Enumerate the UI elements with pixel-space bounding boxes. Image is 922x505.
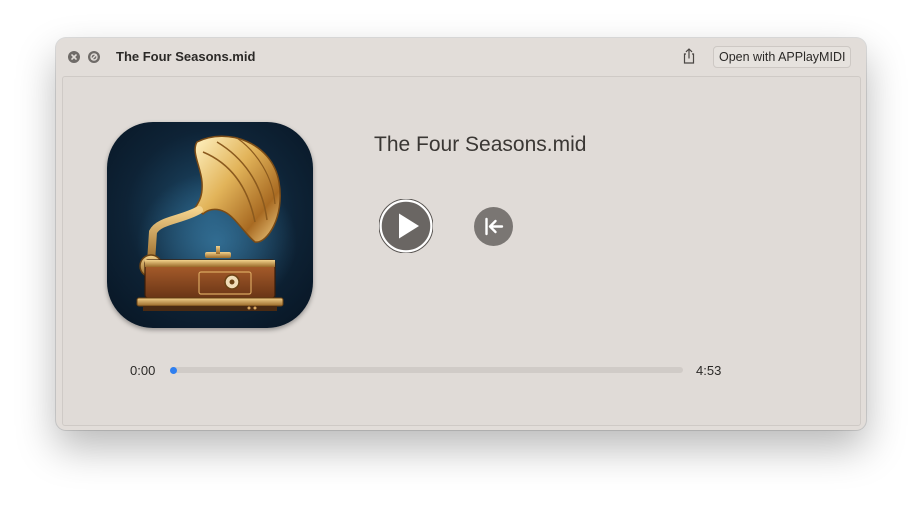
progress-knob[interactable]: [170, 366, 177, 374]
fullscreen-icon: [90, 53, 98, 61]
close-icon: [71, 54, 77, 60]
close-button[interactable]: [68, 51, 80, 63]
share-icon: [683, 48, 695, 64]
app-icon: [107, 122, 313, 328]
rewind-to-start-icon: [474, 207, 513, 246]
quicklook-window: The Four Seasons.mid Open with APPlayMID…: [56, 38, 866, 430]
play-button[interactable]: [378, 198, 434, 254]
open-with-button[interactable]: Open with APPlayMIDI: [713, 46, 852, 68]
file-name: The Four Seasons.mid: [374, 133, 587, 156]
rewind-button[interactable]: [474, 207, 513, 246]
current-time: 0:00: [130, 363, 156, 378]
title-bar: The Four Seasons.mid Open with APPlayMID…: [56, 38, 866, 74]
total-time: 4:53: [696, 363, 722, 378]
window-title: The Four Seasons.mid: [116, 49, 256, 64]
share-button[interactable]: [680, 47, 698, 65]
gramophone-icon: [136, 135, 297, 312]
play-icon: [378, 198, 434, 254]
fullscreen-button[interactable]: [88, 51, 100, 63]
preview-content: The Four Seasons.mid 0:00 4:53: [62, 76, 861, 426]
progress-slider[interactable]: [170, 366, 683, 374]
